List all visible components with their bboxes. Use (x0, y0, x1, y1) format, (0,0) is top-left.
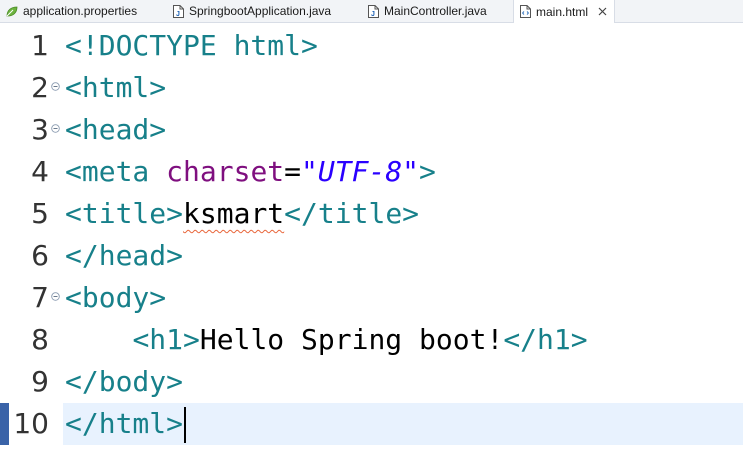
tab-label: SpringbootApplication.java (189, 4, 332, 18)
code-token-tag: <!DOCTYPE html> (65, 29, 318, 62)
tab-application-properties[interactable]: application.properties (5, 0, 137, 22)
tab-main-html[interactable]: main.html (513, 0, 616, 23)
code-token-tag: <h1> (132, 323, 200, 356)
fold-collapse-icon[interactable] (51, 292, 60, 301)
close-tab-button[interactable] (596, 6, 608, 18)
line-number: 3 (31, 113, 49, 146)
code-line[interactable]: 6 </head> (0, 235, 743, 277)
code-token-tag: > (419, 155, 436, 188)
code-text: <html> (65, 67, 166, 109)
code-token-tag: </head> (65, 239, 184, 272)
tab-label: MainController.java (384, 4, 487, 18)
code-text: <h1>Hello Spring boot!</h1> (65, 319, 588, 361)
java-file-icon: J (173, 4, 184, 18)
code-token-attr: charset (166, 155, 285, 188)
code-text: <meta charset="UTF-8"> (65, 151, 436, 193)
tab-label: application.properties (23, 4, 138, 18)
code-editor[interactable]: 1 <!DOCTYPE html> 2 <html> 3 <head> 4 <meta cha… (0, 23, 743, 449)
spring-leaf-icon (6, 6, 18, 16)
code-line[interactable]: 1 <!DOCTYPE html> (0, 25, 743, 67)
code-text: </body> (65, 361, 183, 403)
code-token-tag: </html> (65, 407, 184, 440)
tab-main-controller-java[interactable]: J MainController.java (368, 0, 487, 22)
fold-collapse-icon[interactable] (51, 82, 60, 91)
text-caret (184, 407, 187, 443)
html-file-icon (520, 5, 531, 18)
line-number: 6 (31, 239, 49, 272)
code-token-txt: ksmart (183, 197, 285, 230)
code-token-tag: <title> (65, 197, 184, 230)
code-text: <head> (65, 109, 166, 151)
fold-collapse-icon[interactable] (51, 124, 60, 133)
code-line[interactable]: 2 <html> (0, 67, 743, 109)
svg-text:J: J (176, 11, 180, 18)
code-token-tag: <body> (65, 281, 167, 314)
code-token-tag: </h1> (503, 323, 588, 356)
line-number: 1 (31, 29, 49, 62)
code-line[interactable]: 3 <head> (0, 109, 743, 151)
line-number: 10 (13, 407, 49, 440)
line-number: 2 (31, 71, 49, 104)
svg-text:J: J (371, 11, 375, 18)
line-number: 9 (31, 365, 49, 398)
tab-springboot-application-java[interactable]: J SpringbootApplication.java (173, 0, 331, 22)
code-text: </html> (65, 403, 187, 445)
code-text: </head> (65, 235, 183, 277)
code-line[interactable]: 9 </body> (0, 361, 743, 403)
code-line[interactable]: 10 </html> (0, 403, 743, 445)
code-token-txt: Hello Spring boot! (199, 323, 504, 356)
code-token-tag: <head> (65, 113, 167, 146)
code-line[interactable]: 7 <body> (0, 277, 743, 319)
code-token-tag: <html> (65, 71, 167, 104)
code-line[interactable]: 5 <title>ksmart</title> (0, 193, 743, 235)
code-token-tag: </title> (284, 197, 420, 230)
editor-tab-bar: application.properties J SpringbootAppli… (0, 0, 743, 23)
line-number: 4 (31, 155, 49, 188)
line-number: 7 (31, 281, 49, 314)
line-number: 5 (31, 197, 49, 230)
code-token-tag: </body> (65, 365, 184, 398)
close-icon (598, 7, 606, 16)
code-text: <body> (65, 277, 166, 319)
line-number: 8 (31, 323, 49, 356)
code-text: <title>ksmart</title> (65, 193, 419, 235)
code-line[interactable]: 8 <h1>Hello Spring boot!</h1> (0, 319, 743, 361)
code-token-tag: <meta (65, 155, 167, 188)
code-token-str: "UTF-8" (301, 155, 420, 188)
java-file-icon: J (368, 4, 379, 18)
code-token-txt: = (284, 155, 302, 188)
tab-label: main.html (536, 4, 589, 19)
code-line[interactable]: 4 <meta charset="UTF-8"> (0, 151, 743, 193)
code-text: <!DOCTYPE html> (65, 25, 318, 67)
